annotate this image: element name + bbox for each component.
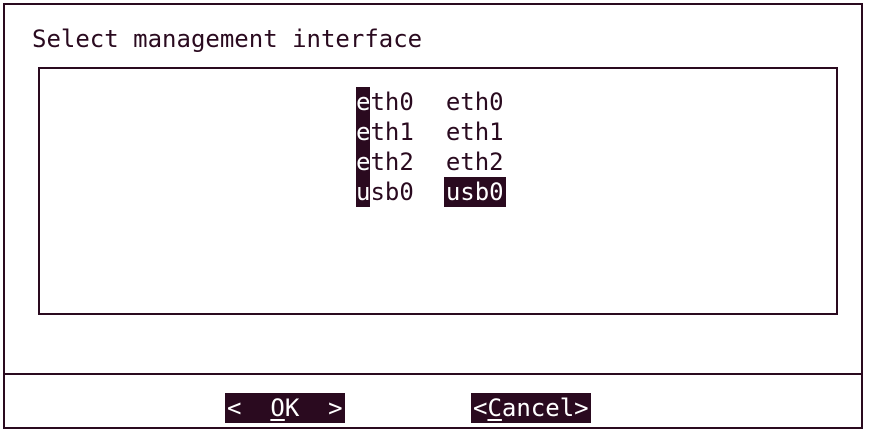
- cancel-left-bracket: <: [473, 394, 488, 422]
- cancel-button[interactable]: <Cancel>: [471, 393, 591, 423]
- list-item-eth2[interactable]: e th2 eth2: [356, 147, 506, 177]
- cancel-right-bracket: >: [574, 394, 589, 422]
- item-hotkey: e: [356, 117, 371, 147]
- column-gap: [414, 87, 444, 117]
- ok-button[interactable]: < OK >: [225, 393, 345, 423]
- ok-label-rest: K: [284, 394, 300, 422]
- item-tag: th1: [370, 118, 414, 146]
- item-tag: sb0: [370, 178, 414, 206]
- column-gap: [414, 117, 444, 147]
- item-tag: th0: [370, 88, 414, 116]
- column-gap: [414, 177, 444, 207]
- item-hotkey: e: [356, 87, 371, 117]
- button-divider: [5, 373, 861, 375]
- item-description-selected: usb0: [443, 177, 506, 207]
- item-tag: th2: [370, 148, 414, 176]
- interface-rows: e th0 eth0 e th1 eth1 e th2 eth2 u sb0 usb0: [356, 87, 506, 207]
- item-description: eth0: [445, 88, 504, 116]
- ok-right-bracket: >: [299, 394, 343, 422]
- item-description: eth2: [445, 148, 504, 176]
- list-item-usb0[interactable]: u sb0 usb0: [356, 177, 506, 207]
- dialog-title: Select management interface: [32, 25, 423, 53]
- item-hotkey: e: [356, 147, 371, 177]
- cancel-label-rest: ancel: [501, 394, 575, 422]
- ok-left-bracket: <: [227, 394, 271, 422]
- column-gap: [414, 147, 444, 177]
- dialog-window: Select management interface e th0 eth0 e th…: [3, 3, 863, 429]
- list-item-eth0[interactable]: e th0 eth0: [356, 87, 506, 117]
- cancel-hotkey: C: [487, 394, 502, 422]
- list-item-eth1[interactable]: e th1 eth1: [356, 117, 506, 147]
- interface-list: e th0 eth0 e th1 eth1 e th2 eth2 u sb0 usb0: [38, 67, 838, 315]
- item-description: eth1: [445, 118, 504, 146]
- item-hotkey: u: [356, 177, 371, 207]
- ok-hotkey: O: [270, 394, 285, 422]
